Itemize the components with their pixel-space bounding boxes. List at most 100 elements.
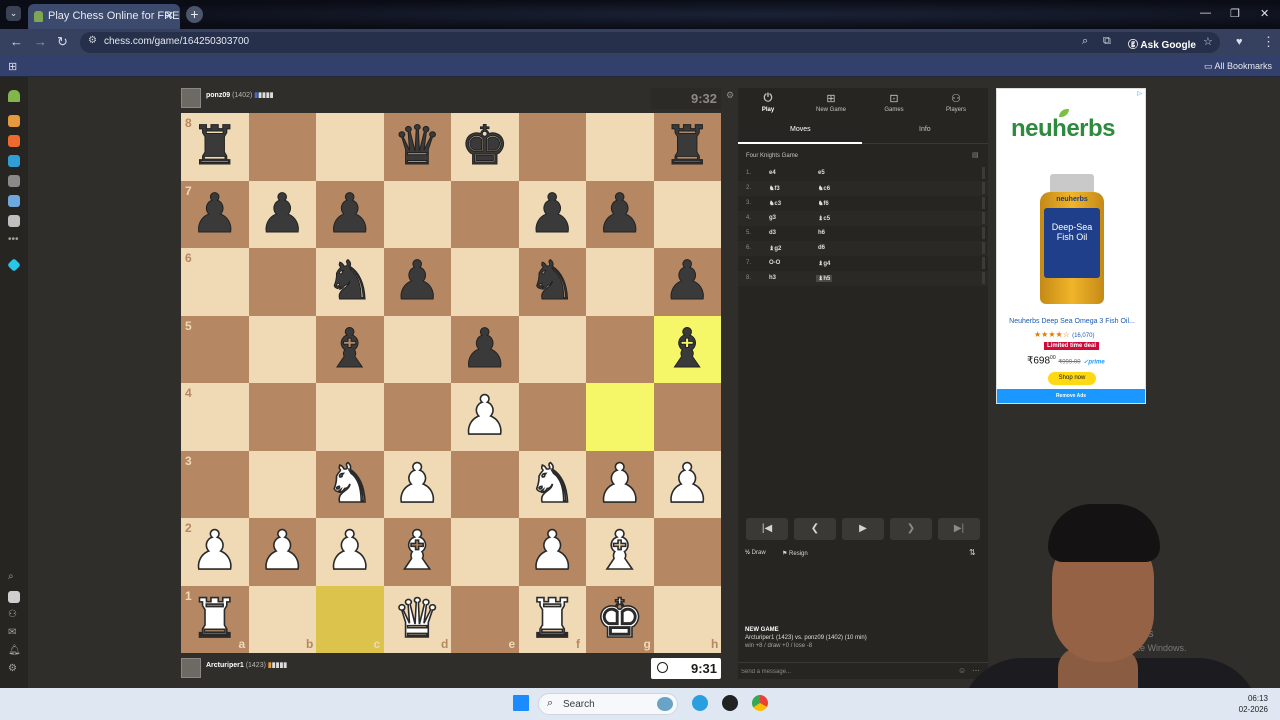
square-c8[interactable]: [316, 113, 384, 181]
chrome-icon[interactable]: [752, 695, 768, 711]
white-bishop-g2[interactable]: ♝: [586, 518, 654, 586]
square-f5[interactable]: [518, 315, 586, 383]
black-king-e8[interactable]: ♚: [451, 113, 519, 181]
white-move[interactable]: g3: [769, 215, 776, 221]
white-move[interactable]: e4: [769, 170, 776, 176]
learn-icon[interactable]: [8, 155, 20, 167]
black-rook-h8[interactable]: ♜: [654, 113, 722, 181]
white-queen-d1[interactable]: ♛: [384, 586, 452, 654]
notifications-icon[interactable]: 🔔︎: [8, 645, 21, 656]
square-b4[interactable]: [248, 383, 316, 451]
advertisement[interactable]: ▷ neuherbs neuherbs Deep-Sea Fish Oil Ne…: [996, 88, 1146, 404]
black-bishop-h5[interactable]: ♝: [654, 316, 722, 384]
cast-icon[interactable]: ⧉: [1103, 35, 1111, 48]
white-pawn-f2[interactable]: ♟: [519, 518, 587, 586]
white-pawn-c2[interactable]: ♟: [316, 518, 384, 586]
messages-icon[interactable]: ✉: [8, 627, 16, 638]
square-f4[interactable]: [518, 383, 586, 451]
chat-message-input[interactable]: [741, 667, 951, 677]
white-move[interactable]: ♞c3: [769, 200, 781, 207]
top-player-avatar[interactable]: [181, 88, 201, 108]
chesscom-logo-icon[interactable]: [8, 90, 20, 102]
black-pawn-a7[interactable]: ♟: [181, 181, 249, 249]
square-e6[interactable]: [451, 248, 519, 316]
subtab-moves[interactable]: Moves: [790, 126, 811, 133]
white-move[interactable]: h3: [769, 275, 776, 281]
black-move[interactable]: e5: [818, 170, 825, 176]
minimize-button[interactable]: —: [1200, 7, 1211, 19]
taskbar-search[interactable]: ⌕ Search: [538, 693, 678, 715]
square-h7[interactable]: [653, 180, 721, 248]
white-pawn-b2[interactable]: ♟: [249, 518, 317, 586]
app-icon[interactable]: [722, 695, 738, 711]
settings-icon[interactable]: ⚙: [8, 663, 17, 674]
bookmark-star-icon[interactable]: ☆: [1203, 35, 1213, 48]
square-g5[interactable]: [586, 315, 654, 383]
all-bookmarks-button[interactable]: ▭ All Bookmarks: [1204, 61, 1272, 72]
square-d7[interactable]: [383, 180, 451, 248]
black-rook-a8[interactable]: ♜: [181, 113, 249, 181]
white-bishop-d2[interactable]: ♝: [384, 518, 452, 586]
board-settings-icon[interactable]: ⚙: [726, 90, 734, 101]
white-move[interactable]: O-O: [769, 260, 780, 266]
play-icon[interactable]: [8, 115, 20, 127]
square-g6[interactable]: [586, 248, 654, 316]
first-move-button[interactable]: |◀: [746, 518, 788, 540]
black-knight-c6[interactable]: ♞: [316, 248, 384, 316]
black-knight-f6[interactable]: ♞: [519, 248, 587, 316]
white-move[interactable]: ♝g2: [769, 245, 781, 252]
back-button[interactable]: ←: [10, 34, 23, 49]
white-rook-a1[interactable]: ♜: [181, 586, 249, 654]
watch-icon[interactable]: [8, 175, 20, 187]
square-g4[interactable]: [586, 383, 654, 451]
zoom-icon[interactable]: ⌕: [1082, 35, 1088, 48]
white-pawn-h3[interactable]: ♟: [654, 451, 722, 519]
tab-close-icon[interactable]: ✕: [165, 9, 174, 22]
address-bar[interactable]: ⚙ chess.com/game/164250303700 ⌕ ⧉ ⓖ Ask …: [80, 32, 1220, 53]
forward-button[interactable]: →: [34, 34, 47, 49]
square-b8[interactable]: [248, 113, 316, 181]
white-pawn-a2[interactable]: ♟: [181, 518, 249, 586]
theme-icon[interactable]: [8, 591, 20, 603]
top-player-name[interactable]: ponz09: [206, 92, 230, 99]
black-pawn-e5[interactable]: ♟: [451, 316, 519, 384]
black-pawn-b7[interactable]: ♟: [249, 181, 317, 249]
white-knight-f3[interactable]: ♞: [519, 451, 587, 519]
browser-menu-button[interactable]: ⋮: [1262, 34, 1275, 50]
next-move-button[interactable]: ❯: [890, 518, 932, 540]
black-move[interactable]: d6: [818, 245, 825, 251]
black-move[interactable]: ♝h5: [816, 275, 833, 282]
black-pawn-d6[interactable]: ♟: [384, 248, 452, 316]
square-f8[interactable]: [518, 113, 586, 181]
white-pawn-e4[interactable]: ♟: [451, 383, 519, 451]
white-knight-c3[interactable]: ♞: [316, 451, 384, 519]
puzzles-icon[interactable]: [8, 135, 20, 147]
maximize-button[interactable]: ❐: [1230, 7, 1240, 20]
square-e7[interactable]: [451, 180, 519, 248]
square-b6[interactable]: [248, 248, 316, 316]
tab-new-game[interactable]: ⊞ New Game: [805, 92, 857, 113]
black-pawn-h6[interactable]: ♟: [654, 248, 722, 316]
ask-google-button[interactable]: ⓖ Ask Google: [1128, 36, 1196, 51]
black-pawn-c7[interactable]: ♟: [316, 181, 384, 249]
new-tab-button[interactable]: +: [186, 6, 203, 23]
browser-tab[interactable]: Play Chess Online for FREE - 2 P ✕: [28, 4, 180, 29]
search-icon[interactable]: ⌕: [8, 571, 14, 582]
black-move[interactable]: ♝g4: [818, 260, 830, 267]
taskbar-clock[interactable]: 06:13 02-2026: [1236, 693, 1268, 715]
black-queen-d8[interactable]: ♛: [384, 113, 452, 181]
tab-games[interactable]: ⊡ Games: [868, 92, 920, 113]
square-c4[interactable]: [316, 383, 384, 451]
black-move[interactable]: ♞c6: [818, 185, 830, 192]
adchoices-icon[interactable]: ▷: [1137, 90, 1142, 97]
subtab-info[interactable]: Info: [919, 126, 931, 133]
extension-icon[interactable]: ♥: [1236, 36, 1243, 48]
play-moves-button[interactable]: ▶: [842, 518, 884, 540]
black-pawn-f7[interactable]: ♟: [519, 181, 587, 249]
white-king-g1[interactable]: ♚: [586, 586, 654, 654]
reload-button[interactable]: ↻: [57, 34, 68, 50]
bottom-player-avatar[interactable]: [181, 658, 201, 678]
resign-button[interactable]: ⚑ Resign: [782, 550, 808, 557]
white-move[interactable]: d3: [769, 230, 776, 236]
square-g8[interactable]: [586, 113, 654, 181]
